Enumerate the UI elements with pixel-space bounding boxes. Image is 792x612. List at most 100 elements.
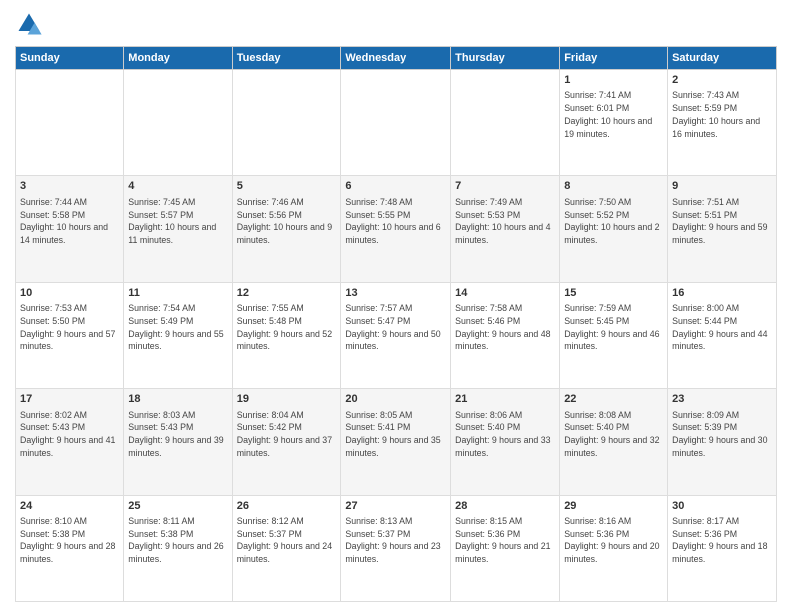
calendar-header-row: SundayMondayTuesdayWednesdayThursdayFrid…: [16, 47, 777, 70]
day-cell-3-6: 23 Sunrise: 8:09 AMSunset: 5:39 PMDayligh…: [668, 389, 777, 495]
day-number: 22: [564, 392, 663, 407]
day-cell-3-3: 20 Sunrise: 8:05 AMSunset: 5:41 PMDayligh…: [341, 389, 451, 495]
day-number: 28: [455, 499, 555, 514]
day-number: 27: [345, 499, 446, 514]
day-info: Sunrise: 8:09 AMSunset: 5:39 PMDaylight:…: [672, 409, 772, 460]
day-cell-1-6: 9 Sunrise: 7:51 AMSunset: 5:51 PMDaylight…: [668, 176, 777, 282]
day-cell-4-6: 30Sunrise: 8:17 AMSunset: 5:36 PMDayligh…: [668, 495, 777, 601]
day-cell-1-2: 5 Sunrise: 7:46 AMSunset: 5:56 PMDaylight…: [232, 176, 341, 282]
day-info: Sunrise: 8:16 AMSunset: 5:36 PMDaylight:…: [564, 515, 663, 566]
day-info: Sunrise: 8:02 AMSunset: 5:43 PMDaylight:…: [20, 409, 119, 460]
day-info: Sunrise: 8:06 AMSunset: 5:40 PMDaylight:…: [455, 409, 555, 460]
day-number: 8: [564, 179, 663, 194]
day-info: Sunrise: 8:17 AMSunset: 5:36 PMDaylight:…: [672, 515, 772, 566]
header-tuesday: Tuesday: [232, 47, 341, 70]
calendar: SundayMondayTuesdayWednesdayThursdayFrid…: [15, 46, 777, 602]
day-cell-3-1: 18Sunrise: 8:03 AMSunset: 5:43 PMDayligh…: [124, 389, 232, 495]
day-number: 4: [128, 179, 227, 194]
day-cell-2-1: 11Sunrise: 7:54 AMSunset: 5:49 PMDayligh…: [124, 282, 232, 388]
day-info: Sunrise: 8:00 AMSunset: 5:44 PMDaylight:…: [672, 302, 772, 353]
day-cell-2-5: 15Sunrise: 7:59 AMSunset: 5:45 PMDayligh…: [560, 282, 668, 388]
day-cell-0-0: [16, 70, 124, 176]
header-sunday: Sunday: [16, 47, 124, 70]
day-info: Sunrise: 8:13 AMSunset: 5:37 PMDaylight:…: [345, 515, 446, 566]
day-info: Sunrise: 8:08 AMSunset: 5:40 PMDaylight:…: [564, 409, 663, 460]
day-info: Sunrise: 7:41 AMSunset: 6:01 PMDaylight:…: [564, 89, 663, 140]
logo: [15, 10, 47, 38]
day-info: Sunrise: 8:10 AMSunset: 5:38 PMDaylight:…: [20, 515, 119, 566]
day-cell-0-3: [341, 70, 451, 176]
day-cell-4-1: 25Sunrise: 8:11 AMSunset: 5:38 PMDayligh…: [124, 495, 232, 601]
day-cell-0-6: 2Sunrise: 7:43 AMSunset: 5:59 PMDaylight…: [668, 70, 777, 176]
week-row-2: 10Sunrise: 7:53 AMSunset: 5:50 PMDayligh…: [16, 282, 777, 388]
logo-icon: [15, 10, 43, 38]
day-cell-0-1: [124, 70, 232, 176]
day-info: Sunrise: 7:59 AMSunset: 5:45 PMDaylight:…: [564, 302, 663, 353]
day-cell-0-2: [232, 70, 341, 176]
day-info: Sunrise: 8:05 AMSunset: 5:41 PMDaylight:…: [345, 409, 446, 460]
header-wednesday: Wednesday: [341, 47, 451, 70]
header-friday: Friday: [560, 47, 668, 70]
day-info: Sunrise: 7:49 AMSunset: 5:53 PMDaylight:…: [455, 196, 555, 247]
header: [15, 10, 777, 38]
week-row-1: 3Sunrise: 7:44 AMSunset: 5:58 PMDaylight…: [16, 176, 777, 282]
day-number: 26: [237, 499, 337, 514]
day-info: Sunrise: 7:43 AMSunset: 5:59 PMDaylight:…: [672, 89, 772, 140]
day-number: 2: [672, 73, 772, 88]
day-number: 21: [455, 392, 555, 407]
day-number: 1: [564, 73, 663, 88]
day-info: Sunrise: 8:11 AMSunset: 5:38 PMDaylight:…: [128, 515, 227, 566]
day-info: Sunrise: 7:51 AMSunset: 5:51 PMDaylight:…: [672, 196, 772, 247]
day-info: Sunrise: 7:45 AMSunset: 5:57 PMDaylight:…: [128, 196, 227, 247]
day-number: 11: [128, 286, 227, 301]
day-number: 12: [237, 286, 337, 301]
day-info: Sunrise: 7:46 AMSunset: 5:56 PMDaylight:…: [237, 196, 337, 247]
day-cell-1-3: 6Sunrise: 7:48 AMSunset: 5:55 PMDaylight…: [341, 176, 451, 282]
day-cell-0-5: 1Sunrise: 7:41 AMSunset: 6:01 PMDaylight…: [560, 70, 668, 176]
day-number: 9: [672, 179, 772, 194]
week-row-3: 17 Sunrise: 8:02 AMSunset: 5:43 PMDayligh…: [16, 389, 777, 495]
day-info: Sunrise: 7:58 AMSunset: 5:46 PMDaylight:…: [455, 302, 555, 353]
day-number: 18: [128, 392, 227, 407]
day-cell-4-3: 27Sunrise: 8:13 AMSunset: 5:37 PMDayligh…: [341, 495, 451, 601]
day-number: 5: [237, 179, 337, 194]
day-number: 17: [20, 392, 119, 407]
day-cell-2-6: 16Sunrise: 8:00 AMSunset: 5:44 PMDayligh…: [668, 282, 777, 388]
header-saturday: Saturday: [668, 47, 777, 70]
day-cell-1-1: 4 Sunrise: 7:45 AMSunset: 5:57 PMDaylight…: [124, 176, 232, 282]
day-cell-3-4: 21 Sunrise: 8:06 AMSunset: 5:40 PMDayligh…: [451, 389, 560, 495]
day-number: 29: [564, 499, 663, 514]
page: SundayMondayTuesdayWednesdayThursdayFrid…: [0, 0, 792, 612]
day-number: 6: [345, 179, 446, 194]
day-number: 14: [455, 286, 555, 301]
day-info: Sunrise: 7:54 AMSunset: 5:49 PMDaylight:…: [128, 302, 227, 353]
day-cell-1-0: 3Sunrise: 7:44 AMSunset: 5:58 PMDaylight…: [16, 176, 124, 282]
header-monday: Monday: [124, 47, 232, 70]
day-info: Sunrise: 7:50 AMSunset: 5:52 PMDaylight:…: [564, 196, 663, 247]
day-number: 30: [672, 499, 772, 514]
day-number: 7: [455, 179, 555, 194]
week-row-4: 24Sunrise: 8:10 AMSunset: 5:38 PMDayligh…: [16, 495, 777, 601]
day-number: 19: [237, 392, 337, 407]
day-cell-3-5: 22 Sunrise: 8:08 AMSunset: 5:40 PMDayligh…: [560, 389, 668, 495]
day-number: 23: [672, 392, 772, 407]
day-info: Sunrise: 7:53 AMSunset: 5:50 PMDaylight:…: [20, 302, 119, 353]
day-cell-3-0: 17 Sunrise: 8:02 AMSunset: 5:43 PMDayligh…: [16, 389, 124, 495]
day-number: 25: [128, 499, 227, 514]
day-number: 3: [20, 179, 119, 194]
day-number: 10: [20, 286, 119, 301]
day-cell-0-4: [451, 70, 560, 176]
day-number: 15: [564, 286, 663, 301]
day-number: 16: [672, 286, 772, 301]
week-row-0: 1Sunrise: 7:41 AMSunset: 6:01 PMDaylight…: [16, 70, 777, 176]
day-number: 20: [345, 392, 446, 407]
header-thursday: Thursday: [451, 47, 560, 70]
day-number: 24: [20, 499, 119, 514]
day-info: Sunrise: 8:15 AMSunset: 5:36 PMDaylight:…: [455, 515, 555, 566]
day-info: Sunrise: 8:04 AMSunset: 5:42 PMDaylight:…: [237, 409, 337, 460]
day-info: Sunrise: 7:55 AMSunset: 5:48 PMDaylight:…: [237, 302, 337, 353]
day-cell-4-2: 26Sunrise: 8:12 AMSunset: 5:37 PMDayligh…: [232, 495, 341, 601]
day-cell-4-4: 28Sunrise: 8:15 AMSunset: 5:36 PMDayligh…: [451, 495, 560, 601]
day-cell-2-2: 12Sunrise: 7:55 AMSunset: 5:48 PMDayligh…: [232, 282, 341, 388]
day-cell-2-3: 13Sunrise: 7:57 AMSunset: 5:47 PMDayligh…: [341, 282, 451, 388]
